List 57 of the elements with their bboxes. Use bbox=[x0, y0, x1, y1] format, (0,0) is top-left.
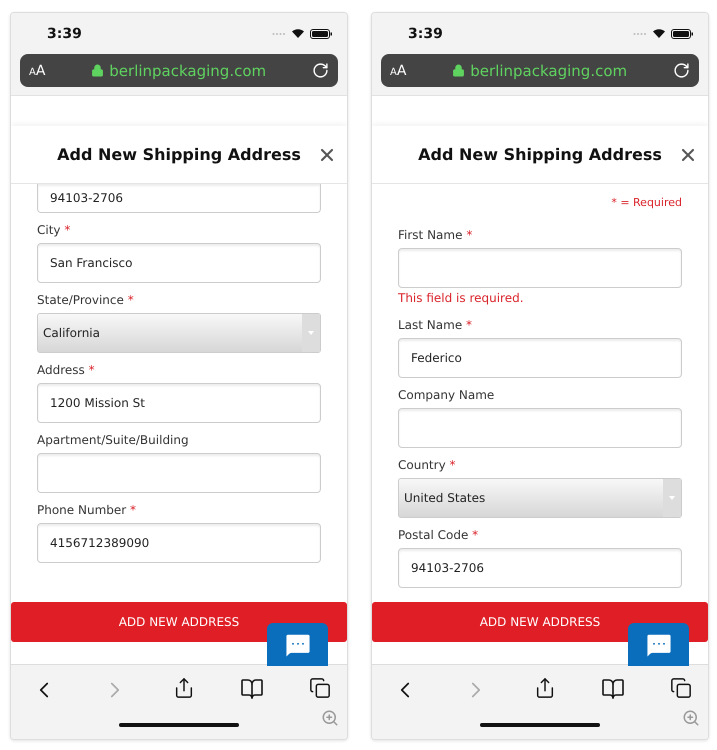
chat-button[interactable] bbox=[267, 623, 328, 666]
field-label: Phone Number * bbox=[37, 502, 138, 519]
input-field[interactable]: 4156712389090 bbox=[37, 523, 321, 563]
caret-icon bbox=[663, 479, 681, 517]
dropdown[interactable]: California bbox=[37, 313, 321, 353]
book-icon bbox=[240, 677, 264, 701]
modal-title: Add New Shipping Address bbox=[418, 145, 662, 164]
battery-icon bbox=[310, 28, 332, 38]
field-label: Apartment/Suite/Building bbox=[37, 432, 190, 449]
lock-icon bbox=[91, 64, 104, 77]
input-field[interactable]: San Francisco bbox=[37, 243, 321, 283]
input-field[interactable] bbox=[398, 408, 682, 448]
zoom-icon[interactable] bbox=[321, 709, 339, 727]
caret-icon bbox=[302, 314, 320, 352]
share-icon bbox=[173, 677, 195, 699]
signal-icon bbox=[633, 32, 647, 36]
status-time: 3:39 bbox=[47, 26, 82, 42]
signal-icon bbox=[272, 32, 286, 36]
field-label: Last Name * bbox=[398, 317, 474, 334]
text-size-button[interactable]: AA bbox=[390, 62, 406, 78]
input-field[interactable]: Federico bbox=[398, 338, 682, 378]
address-bar[interactable]: AA berlinpackaging.com bbox=[20, 54, 338, 87]
field-label: Company Name bbox=[398, 387, 496, 404]
error-message: This field is required. bbox=[398, 291, 525, 307]
battery-icon bbox=[671, 28, 693, 38]
input-field[interactable] bbox=[398, 248, 682, 288]
text-size-button[interactable]: AA bbox=[29, 62, 46, 78]
dropdown[interactable]: United States bbox=[398, 478, 682, 518]
field-label: State/Province * bbox=[37, 292, 135, 309]
add-address-button[interactable]: ADD NEW ADDRESS bbox=[372, 602, 708, 642]
lock-icon bbox=[452, 64, 466, 77]
tabs-icon bbox=[670, 677, 692, 699]
input-field[interactable]: 1200 Mission St bbox=[37, 383, 321, 423]
zoom-icon[interactable] bbox=[682, 709, 700, 727]
book-icon bbox=[601, 677, 625, 701]
chat-button[interactable] bbox=[628, 623, 689, 666]
input-field[interactable]: 94103-2706 bbox=[398, 548, 682, 588]
status-time: 3:39 bbox=[408, 26, 443, 42]
share-icon bbox=[534, 677, 556, 699]
wifi-icon bbox=[291, 28, 305, 39]
input-field[interactable]: 94103-2706 bbox=[37, 184, 321, 213]
address-bar[interactable]: AA berlinpackaging.com bbox=[381, 54, 699, 87]
add-address-button[interactable]: ADD NEW ADDRESS bbox=[11, 602, 347, 642]
modal-title: Add New Shipping Address bbox=[57, 145, 301, 164]
reload-icon[interactable] bbox=[673, 62, 690, 79]
required-note: * = Required bbox=[611, 196, 682, 209]
input-field[interactable] bbox=[37, 453, 321, 493]
field-label: First Name * bbox=[398, 227, 474, 244]
tabs-icon bbox=[309, 677, 331, 699]
field-label: Country * bbox=[398, 457, 456, 474]
field-label: Address * bbox=[37, 362, 96, 379]
url-text: berlinpackaging.com bbox=[470, 62, 628, 80]
reload-icon[interactable] bbox=[312, 62, 329, 79]
url-text: berlinpackaging.com bbox=[109, 62, 266, 80]
field-label: Postal Code * bbox=[398, 527, 480, 544]
wifi-icon bbox=[652, 28, 666, 39]
field-label: City * bbox=[37, 222, 72, 239]
